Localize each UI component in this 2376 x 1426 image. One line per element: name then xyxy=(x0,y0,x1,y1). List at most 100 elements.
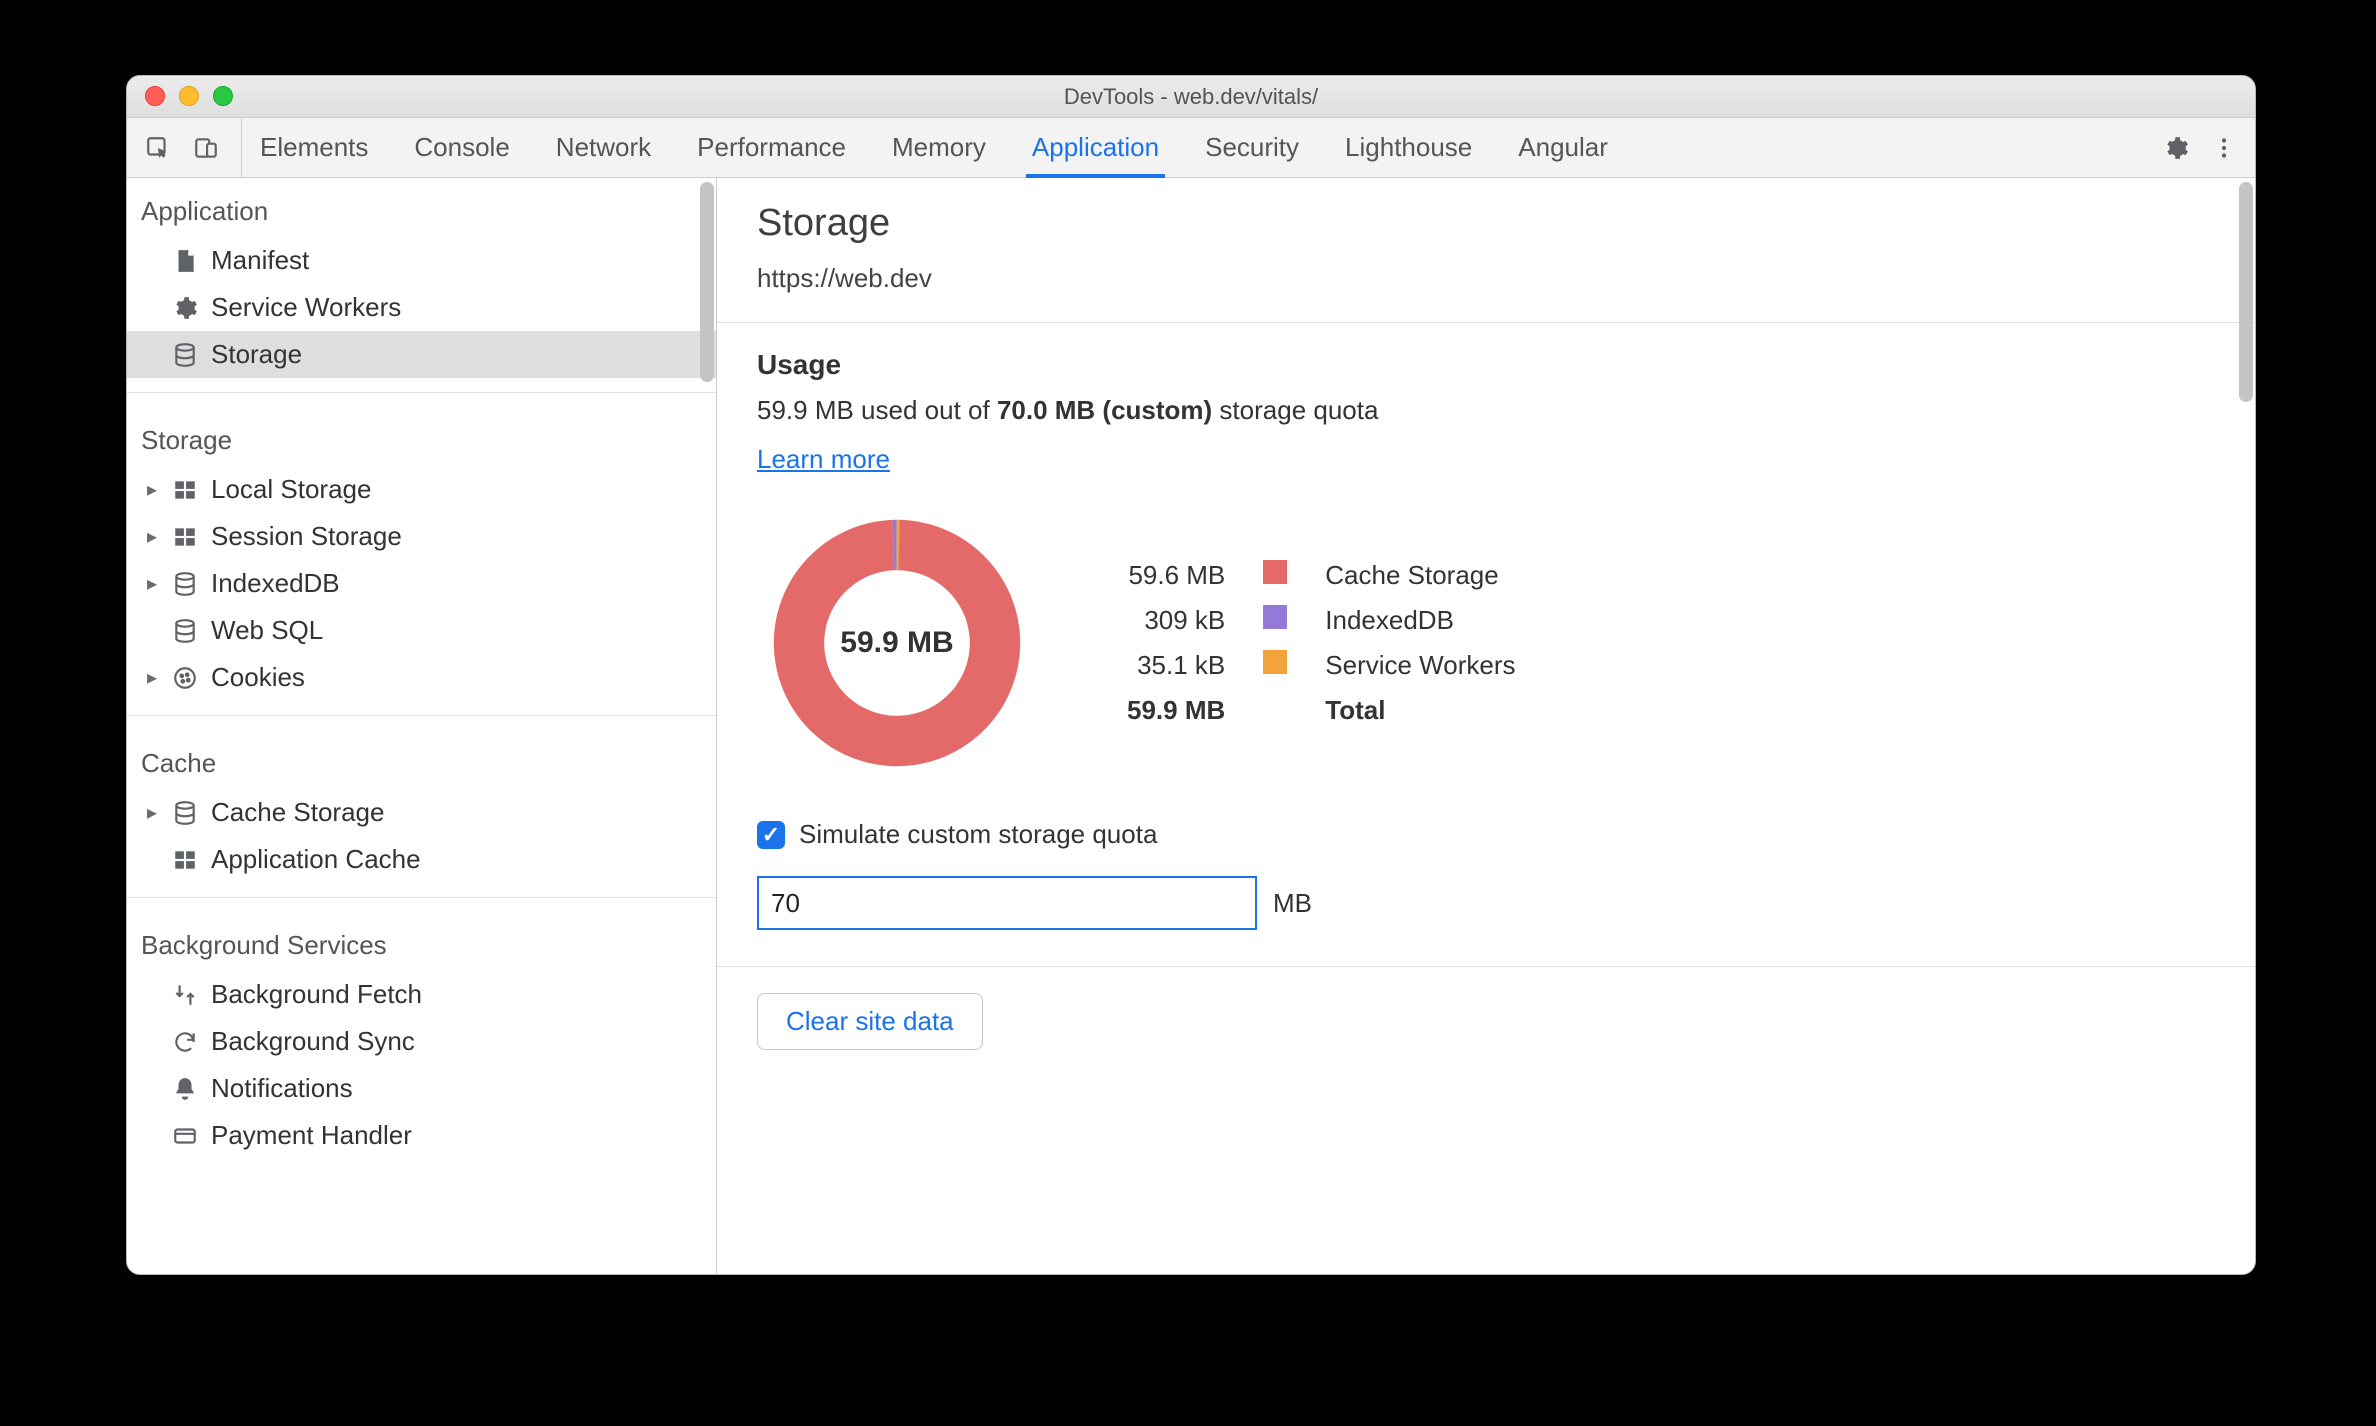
clear-site-data-button[interactable]: Clear site data xyxy=(757,993,983,1050)
disclosure-triangle-icon[interactable]: ▸ xyxy=(143,800,161,825)
tabstrip-left-icons xyxy=(141,118,242,177)
inspect-element-icon[interactable] xyxy=(141,131,175,165)
sidebar-scrollbar[interactable] xyxy=(700,182,714,382)
kebab-menu-icon[interactable] xyxy=(2207,131,2241,165)
sidebar-item-web-sql[interactable]: ▸Web SQL xyxy=(127,607,716,654)
simulate-quota-row[interactable]: ✓ Simulate custom storage quota xyxy=(757,819,2215,850)
sidebar-item-label: Cookies xyxy=(211,662,305,693)
donut-center-label: 59.9 MB xyxy=(757,503,1037,783)
close-window-button[interactable] xyxy=(145,86,165,106)
quota-input[interactable] xyxy=(757,876,1257,930)
sidebar-item-manifest[interactable]: ▸Manifest xyxy=(127,237,716,284)
disclosure-triangle-icon[interactable]: ▸ xyxy=(143,524,161,549)
usage-heading: Usage xyxy=(757,349,2215,381)
usage-donut-chart: 59.9 MB xyxy=(757,503,1037,783)
application-sidebar: Application▸Manifest▸Service Workers▸Sto… xyxy=(127,178,717,1274)
sidebar-item-cache-storage[interactable]: ▸ Cache Storage xyxy=(127,789,716,836)
disclosure-triangle-icon[interactable]: ▸ xyxy=(143,665,161,690)
sidebar-item-label: Web SQL xyxy=(211,615,323,646)
sidebar-item-label: Notifications xyxy=(211,1073,353,1104)
sidebar-item-label: Cache Storage xyxy=(211,797,384,828)
sidebar-item-cookies[interactable]: ▸ Cookies xyxy=(127,654,716,701)
disclosure-triangle-icon[interactable]: ▸ xyxy=(143,477,161,502)
sidebar-section-title: Background Services xyxy=(127,912,716,971)
legend-total-value: 59.9 MB xyxy=(1109,689,1243,732)
grid-icon xyxy=(171,523,199,551)
tab-elements[interactable]: Elements xyxy=(260,118,368,177)
grid-icon xyxy=(171,476,199,504)
minimize-window-button[interactable] xyxy=(179,86,199,106)
tab-performance[interactable]: Performance xyxy=(697,118,846,177)
tab-angular[interactable]: Angular xyxy=(1518,118,1608,177)
sidebar-item-background-fetch[interactable]: ▸Background Fetch xyxy=(127,971,716,1018)
disclosure-triangle-icon[interactable]: ▸ xyxy=(143,571,161,596)
legend-label: IndexedDB xyxy=(1307,599,1533,642)
pane-title: Storage xyxy=(757,202,2215,245)
tab-console[interactable]: Console xyxy=(414,118,509,177)
legend-row: 309 kB IndexedDB xyxy=(1109,599,1534,642)
legend-row: 59.6 MBCache Storage xyxy=(1109,554,1534,597)
legend-swatch xyxy=(1245,554,1305,597)
tab-memory[interactable]: Memory xyxy=(892,118,986,177)
bell-icon xyxy=(171,1075,199,1103)
tab-application[interactable]: Application xyxy=(1032,118,1159,177)
legend-total-row: 59.9 MB Total xyxy=(1109,689,1534,732)
usage-line-pre: 59.9 MB used out of xyxy=(757,395,997,425)
sidebar-item-service-workers[interactable]: ▸Service Workers xyxy=(127,284,716,331)
legend-value: 309 kB xyxy=(1109,599,1243,642)
gear-icon xyxy=(171,294,199,322)
database-icon xyxy=(171,799,199,827)
legend-swatch xyxy=(1245,644,1305,687)
sidebar-item-label: Storage xyxy=(211,339,302,370)
sidebar-item-label: Application Cache xyxy=(211,844,421,875)
legend-row: 35.1 kB Service Workers xyxy=(1109,644,1534,687)
usage-section: Usage 59.9 MB used out of 70.0 MB (custo… xyxy=(717,322,2255,966)
learn-more-link[interactable]: Learn more xyxy=(757,444,890,475)
sidebar-item-label: Background Sync xyxy=(211,1026,415,1057)
sidebar-item-label: IndexedDB xyxy=(211,568,340,599)
devtools-tabstrip: Elements Console Network Performance Memory A… xyxy=(127,118,2255,178)
sidebar-item-local-storage[interactable]: ▸ Local Storage xyxy=(127,466,716,513)
cookie-icon xyxy=(171,664,199,692)
tab-security[interactable]: Security xyxy=(1205,118,1299,177)
zoom-window-button[interactable] xyxy=(213,86,233,106)
tabstrip-right-icons xyxy=(2141,118,2241,177)
sidebar-item-indexeddb[interactable]: ▸ IndexedDB xyxy=(127,560,716,607)
legend-label: Service Workers xyxy=(1307,644,1533,687)
legend-value: 59.6 MB xyxy=(1109,554,1243,597)
content-scrollbar[interactable] xyxy=(2239,182,2253,402)
legend-swatch xyxy=(1245,599,1305,642)
devtools-window: DevTools - web.dev/vitals/ Eleme xyxy=(126,75,2256,1275)
sidebar-item-storage[interactable]: ▸Storage xyxy=(127,331,716,378)
device-toolbar-icon[interactable] xyxy=(189,131,223,165)
usage-line-bold: 70.0 MB (custom) xyxy=(997,395,1212,425)
sidebar-item-label: Payment Handler xyxy=(211,1120,412,1151)
database-icon xyxy=(171,617,199,645)
tab-network[interactable]: Network xyxy=(556,118,651,177)
sidebar-section-title: Cache xyxy=(127,730,716,789)
tab-lighthouse[interactable]: Lighthouse xyxy=(1345,118,1472,177)
window-titlebar: DevTools - web.dev/vitals/ xyxy=(127,76,2255,118)
storage-origin: https://web.dev xyxy=(757,263,2215,294)
sidebar-item-payment-handler[interactable]: ▸Payment Handler xyxy=(127,1112,716,1159)
legend-total-label: Total xyxy=(1307,689,1533,732)
sidebar-item-label: Session Storage xyxy=(211,521,402,552)
sidebar-item-application-cache[interactable]: ▸Application Cache xyxy=(127,836,716,883)
database-icon xyxy=(171,341,199,369)
sidebar-section-title: Application xyxy=(127,178,716,237)
usage-line-post: storage quota xyxy=(1212,395,1378,425)
sidebar-item-label: Local Storage xyxy=(211,474,371,505)
sidebar-item-notifications[interactable]: ▸Notifications xyxy=(127,1065,716,1112)
sidebar-item-label: Manifest xyxy=(211,245,309,276)
sidebar-item-label: Service Workers xyxy=(211,292,401,323)
legend-value: 35.1 kB xyxy=(1109,644,1243,687)
traffic-lights xyxy=(145,86,233,106)
storage-pane: Storage https://web.dev Usage 59.9 MB us… xyxy=(717,178,2255,1274)
file-icon xyxy=(171,247,199,275)
database-icon xyxy=(171,570,199,598)
sidebar-item-session-storage[interactable]: ▸ Session Storage xyxy=(127,513,716,560)
quota-unit-label: MB xyxy=(1273,888,1312,919)
simulate-quota-checkbox[interactable]: ✓ xyxy=(757,821,785,849)
settings-icon[interactable] xyxy=(2159,131,2193,165)
sidebar-item-background-sync[interactable]: ▸Background Sync xyxy=(127,1018,716,1065)
